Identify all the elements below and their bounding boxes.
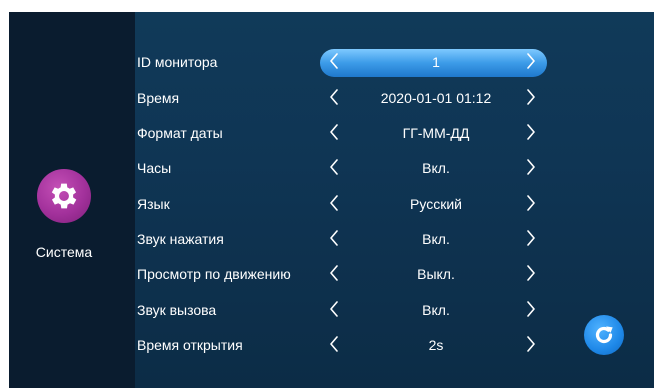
setting-label: Звук вызова [137,302,217,318]
prev-value-button[interactable] [323,229,345,251]
chevron-left-icon [328,300,340,322]
setting-value: Вкл. [422,160,450,176]
next-value-button[interactable] [520,158,542,180]
setting-value: 1 [432,54,440,70]
prev-value-button[interactable] [323,264,345,286]
chevron-right-icon [525,335,537,357]
sidebar: Система [9,12,135,388]
chevron-right-icon [525,88,537,110]
chevron-right-icon [525,194,537,216]
setting-label: ID монитора [137,54,218,70]
next-value-button[interactable] [520,52,542,74]
prev-value-button[interactable] [323,194,345,216]
setting-row[interactable]: Звук нажатия Вкл. [137,229,557,251]
next-value-button[interactable] [520,88,542,110]
device-frame: Система ID монитора 1 Время 2020-01-01 01:1… [0,0,662,388]
prev-value-button[interactable] [323,335,345,357]
setting-value: Выкл. [417,266,455,282]
chevron-right-icon [525,300,537,322]
prev-value-button[interactable] [323,123,345,145]
refresh-icon [595,326,613,344]
prev-value-button[interactable] [323,88,345,110]
next-value-button[interactable] [520,300,542,322]
setting-row[interactable]: Звук вызова Вкл. [137,300,557,322]
setting-label: Язык [137,196,170,212]
chevron-right-icon [525,123,537,145]
setting-label: Звук нажатия [137,231,224,247]
next-value-button[interactable] [520,335,542,357]
next-value-button[interactable] [520,123,542,145]
setting-label: Просмотр по движению [137,266,291,282]
next-value-button[interactable] [520,264,542,286]
chevron-left-icon [328,158,340,180]
prev-value-button[interactable] [323,300,345,322]
chevron-left-icon [328,88,340,110]
chevron-left-icon [328,52,340,74]
setting-value: 2020-01-01 01:12 [380,90,492,106]
chevron-right-icon [525,52,537,74]
setting-row[interactable]: Часы Вкл. [137,158,557,180]
setting-row[interactable]: Время 2020-01-01 01:12 [137,88,557,110]
gear-icon [51,183,77,209]
setting-row[interactable]: Язык Русский [137,194,557,216]
setting-value: Вкл. [422,302,450,318]
chevron-left-icon [328,335,340,357]
setting-row[interactable]: Формат даты ГГ-ММ-ДД [137,123,557,145]
setting-value: Вкл. [422,231,450,247]
setting-value: Русский [410,196,462,212]
system-menu-button[interactable] [37,169,91,223]
prev-value-button[interactable] [323,158,345,180]
setting-label: Время [137,90,180,106]
next-value-button[interactable] [520,229,542,251]
sidebar-label: Система [35,244,93,260]
chevron-left-icon [328,229,340,251]
chevron-right-icon [525,158,537,180]
setting-value: 2s [428,337,444,353]
setting-row[interactable]: Просмотр по движению Выкл. [137,264,557,286]
setting-value: ГГ-ММ-ДД [402,125,470,141]
setting-label: Время открытия [137,337,243,353]
chevron-right-icon [525,264,537,286]
setting-row[interactable]: Время открытия 2s [137,335,557,357]
chevron-left-icon [328,264,340,286]
setting-label: Формат даты [137,125,223,141]
next-value-button[interactable] [520,194,542,216]
refresh-button[interactable] [584,315,624,355]
chevron-right-icon [525,229,537,251]
setting-row[interactable]: ID монитора 1 [137,49,557,77]
chevron-left-icon [328,194,340,216]
chevron-left-icon [328,123,340,145]
prev-value-button[interactable] [323,52,345,74]
setting-label: Часы [137,160,172,176]
